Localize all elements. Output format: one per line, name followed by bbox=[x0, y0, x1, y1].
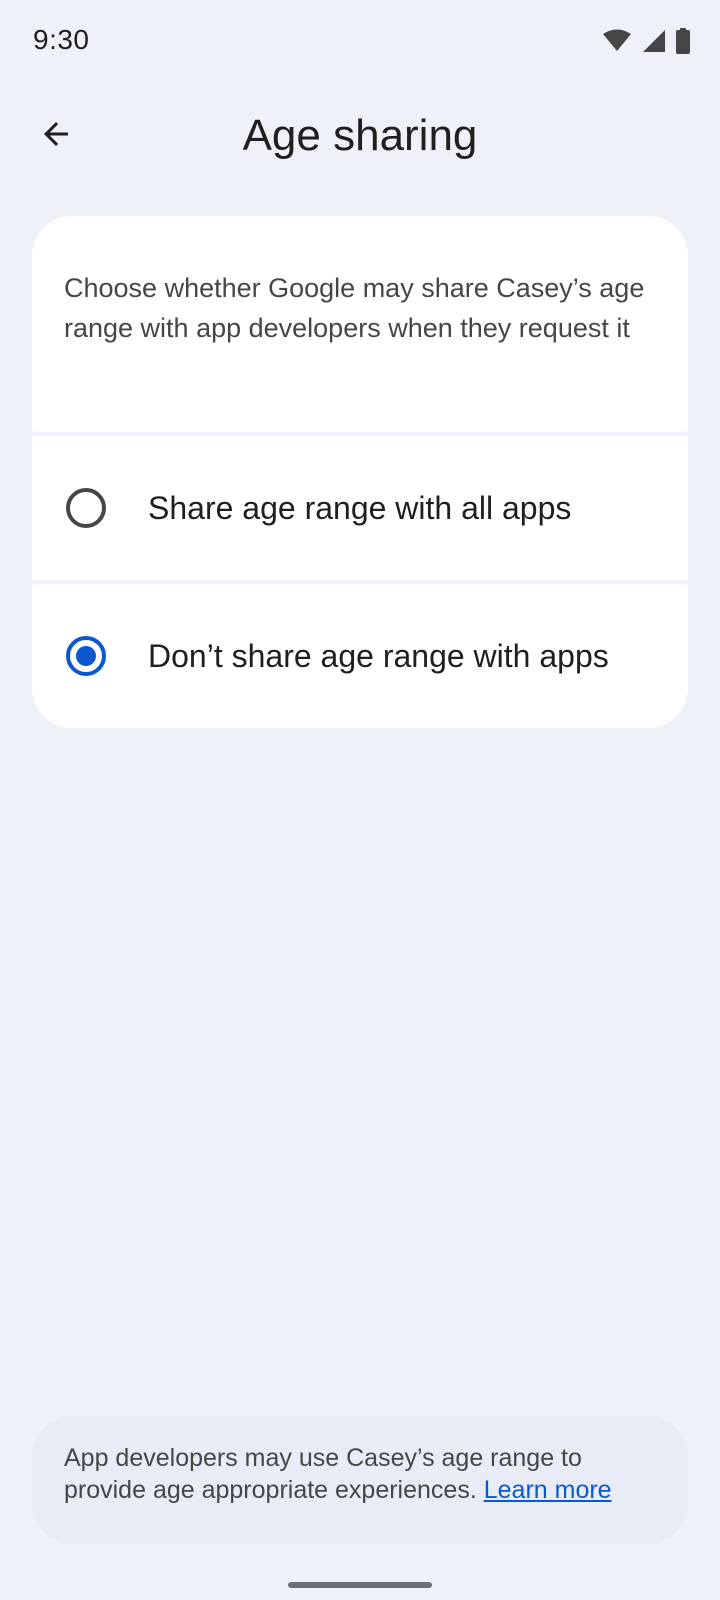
option-share-all-apps[interactable]: Share age range with all apps bbox=[32, 436, 688, 580]
radio-button-selected[interactable] bbox=[66, 636, 106, 676]
option-label: Share age range with all apps bbox=[148, 489, 572, 526]
cellular-signal-icon bbox=[642, 29, 666, 58]
footer-text: App developers may use Casey’s age range… bbox=[64, 1442, 656, 1506]
radio-button-unselected[interactable] bbox=[66, 488, 106, 528]
wifi-icon bbox=[602, 29, 632, 58]
app-bar: Age sharing bbox=[0, 96, 720, 176]
arrow-back-icon bbox=[38, 116, 74, 157]
status-icons bbox=[602, 28, 690, 59]
age-sharing-screen: 9:30 Age sharing Choose whether Google m… bbox=[0, 0, 720, 1600]
description-text: Choose whether Google may share Casey’s … bbox=[64, 273, 645, 343]
description-card: Choose whether Google may share Casey’s … bbox=[32, 216, 688, 432]
battery-icon bbox=[676, 28, 690, 59]
learn-more-link[interactable]: Learn more bbox=[484, 1476, 612, 1504]
status-time: 9:30 bbox=[33, 24, 90, 55]
option-dont-share[interactable]: Don’t share age range with apps bbox=[32, 584, 688, 728]
back-button[interactable] bbox=[24, 96, 88, 176]
status-bar: 9:30 bbox=[0, 0, 720, 84]
option-label: Don’t share age range with apps bbox=[148, 637, 609, 674]
gesture-navigation-handle[interactable] bbox=[288, 1582, 432, 1588]
info-footer: App developers may use Casey’s age range… bbox=[32, 1416, 688, 1544]
age-sharing-settings-card: Choose whether Google may share Casey’s … bbox=[32, 216, 688, 728]
page-title: Age sharing bbox=[242, 111, 478, 160]
